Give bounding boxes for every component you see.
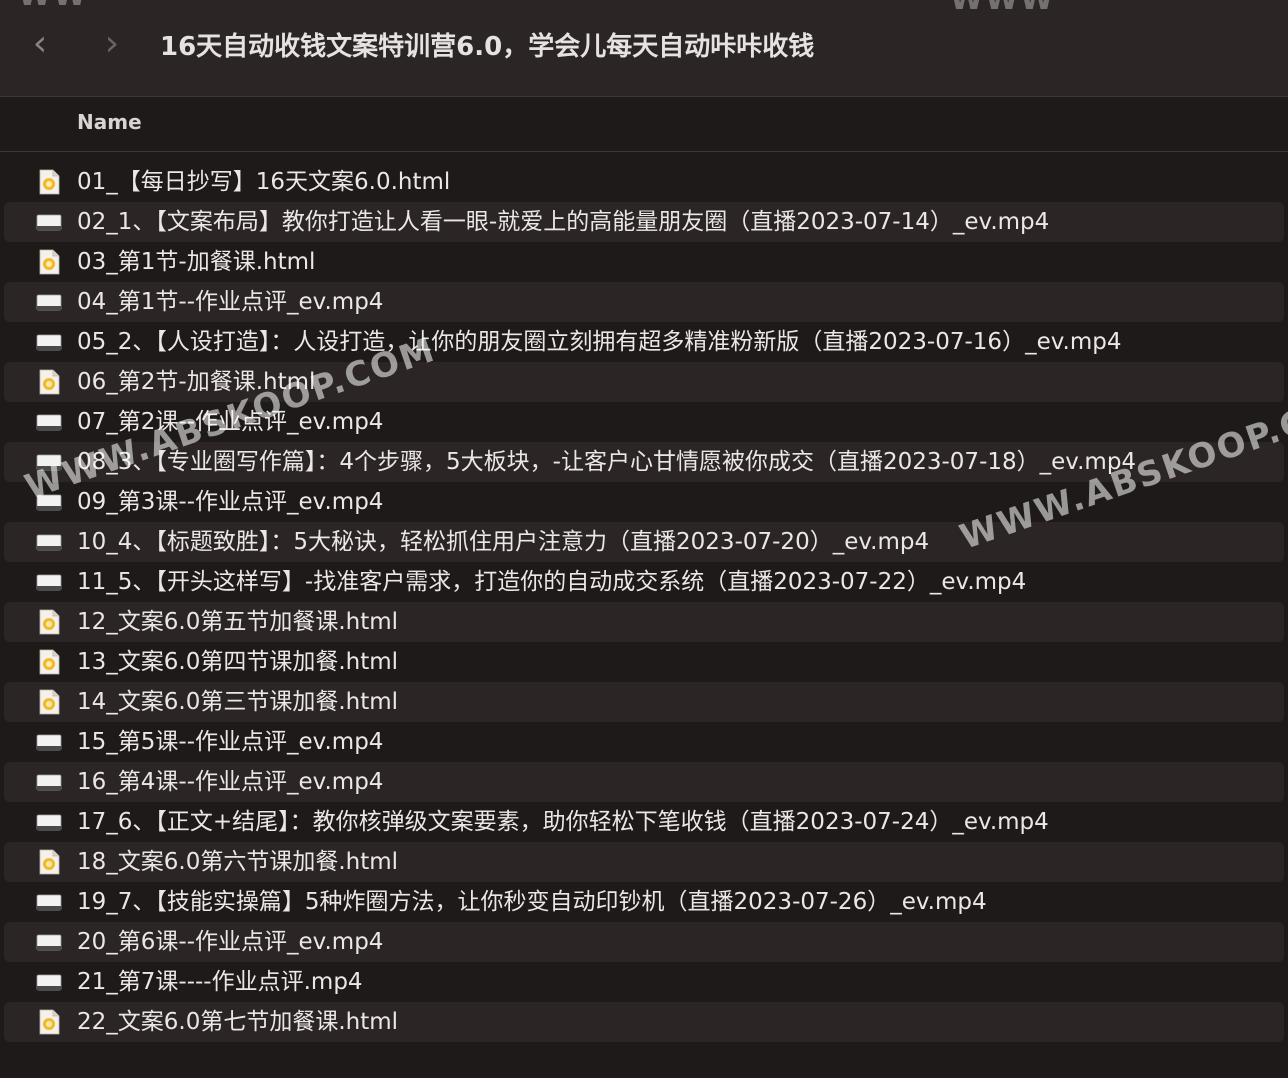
file-row[interactable]: 13_文案6.0第四节课加餐.html — [0, 642, 1288, 682]
file-list: 01_【每日抄写】16天文案6.0.html 02_1、【文案布局】教你打造让人看… — [0, 162, 1288, 1042]
file-name: 18_文案6.0第六节课加餐.html — [77, 849, 399, 875]
file-name: 09_第3课--作业点评_ev.mp4 — [77, 489, 384, 515]
file-name: 03_第1节-加餐课.html — [77, 249, 316, 275]
file-row[interactable]: 10_4、【标题致胜】：5大秘诀，轻松抓住用户注意力（直播2023-07-20）… — [4, 522, 1284, 562]
html-file-icon — [36, 369, 62, 395]
html-file-icon — [36, 1009, 62, 1035]
file-row[interactable]: 06_第2节-加餐课.html — [4, 362, 1284, 402]
video-file-icon — [36, 209, 62, 235]
file-name: 11_5、【开头这样写】-找准客户需求，打造你的自动成交系统（直播2023-07… — [77, 569, 1027, 595]
video-file-icon — [36, 969, 62, 995]
video-file-icon — [36, 729, 62, 755]
file-name: 21_第7课----作业点评.mp4 — [77, 969, 363, 995]
html-file-icon — [36, 649, 62, 675]
file-name: 05_2、【人设打造】：人设打造，让你的朋友圈立刻拥有超多精准粉新版（直播202… — [77, 329, 1122, 355]
file-row[interactable]: 03_第1节-加餐课.html — [0, 242, 1288, 282]
file-name: 04_第1节--作业点评_ev.mp4 — [77, 289, 384, 315]
file-row[interactable]: 18_文案6.0第六节课加餐.html — [4, 842, 1284, 882]
video-file-icon — [36, 569, 62, 595]
html-file-icon — [36, 849, 62, 875]
file-row[interactable]: 05_2、【人设打造】：人设打造，让你的朋友圈立刻拥有超多精准粉新版（直播202… — [0, 322, 1288, 362]
file-row[interactable]: 11_5、【开头这样写】-找准客户需求，打造你的自动成交系统（直播2023-07… — [0, 562, 1288, 602]
file-name: 08_3、【专业圈写作篇】：4个步骤，5大板块，-让客户心甘情愿被你成交（直播2… — [77, 449, 1137, 475]
file-row[interactable]: 20_第6课--作业点评_ev.mp4 — [4, 922, 1284, 962]
file-name: 22_文案6.0第七节加餐课.html — [77, 1009, 399, 1035]
file-name: 19_7、【技能实操篇】5种炸圈方法，让你秒变自动印钞机（直播2023-07-2… — [77, 889, 987, 915]
file-name: 17_6、【正文+结尾】：教你核弹级文案要素，助你轻松下笔收钱（直播2023-0… — [77, 809, 1049, 835]
file-name: 12_文案6.0第五节加餐课.html — [77, 609, 399, 635]
file-name: 02_1、【文案布局】教你打造让人看一眼-就爱上的高能量朋友圈（直播2023-0… — [77, 209, 1050, 235]
file-name: 07_第2课--作业点评_ev.mp4 — [77, 409, 384, 435]
video-file-icon — [36, 769, 62, 795]
window-title: 16天自动收钱文案特训营6.0，学会儿每天自动咔咔收钱 — [160, 32, 815, 62]
finder-window: ‹ › 16天自动收钱文案特训营6.0，学会儿每天自动咔咔收钱 Name 01_… — [0, 0, 1288, 1078]
html-file-icon — [36, 249, 62, 275]
html-file-icon — [36, 689, 62, 715]
file-name: 13_文案6.0第四节课加餐.html — [77, 649, 399, 675]
video-file-icon — [36, 289, 62, 315]
column-header-bar: Name — [0, 97, 1288, 152]
file-row[interactable]: 22_文案6.0第七节加餐课.html — [4, 1002, 1284, 1042]
column-header-name[interactable]: Name — [77, 110, 142, 134]
video-file-icon — [36, 329, 62, 355]
video-file-icon — [36, 449, 62, 475]
chevron-left-icon: ‹ — [32, 23, 48, 64]
file-row[interactable]: 09_第3课--作业点评_ev.mp4 — [0, 482, 1288, 522]
video-file-icon — [36, 929, 62, 955]
file-row[interactable]: 07_第2课--作业点评_ev.mp4 — [0, 402, 1288, 442]
video-file-icon — [36, 409, 62, 435]
video-file-icon — [36, 489, 62, 515]
file-row[interactable]: 19_7、【技能实操篇】5种炸圈方法，让你秒变自动印钞机（直播2023-07-2… — [0, 882, 1288, 922]
video-file-icon — [36, 809, 62, 835]
file-name: 10_4、【标题致胜】：5大秘诀，轻松抓住用户注意力（直播2023-07-20）… — [77, 529, 930, 555]
file-name: 14_文案6.0第三节课加餐.html — [77, 689, 399, 715]
html-file-icon — [36, 609, 62, 635]
file-name: 01_【每日抄写】16天文案6.0.html — [77, 169, 451, 195]
file-row[interactable]: 16_第4课--作业点评_ev.mp4 — [4, 762, 1284, 802]
file-row[interactable]: 02_1、【文案布局】教你打造让人看一眼-就爱上的高能量朋友圈（直播2023-0… — [4, 202, 1284, 242]
video-file-icon — [36, 889, 62, 915]
file-row[interactable]: 12_文案6.0第五节加餐课.html — [4, 602, 1284, 642]
file-name: 06_第2节-加餐课.html — [77, 369, 316, 395]
title-bar: ‹ › 16天自动收钱文案特训营6.0，学会儿每天自动咔咔收钱 — [0, 0, 1288, 97]
chevron-right-icon: › — [104, 23, 120, 64]
file-row[interactable]: 17_6、【正文+结尾】：教你核弹级文案要素，助你轻松下笔收钱（直播2023-0… — [0, 802, 1288, 842]
file-row[interactable]: 01_【每日抄写】16天文案6.0.html — [0, 162, 1288, 202]
file-row[interactable]: 15_第5课--作业点评_ev.mp4 — [0, 722, 1288, 762]
file-name: 20_第6课--作业点评_ev.mp4 — [77, 929, 384, 955]
back-button[interactable]: ‹ — [20, 22, 60, 66]
html-file-icon — [36, 169, 62, 195]
video-file-icon — [36, 529, 62, 555]
file-row[interactable]: 08_3、【专业圈写作篇】：4个步骤，5大板块，-让客户心甘情愿被你成交（直播2… — [4, 442, 1284, 482]
file-row[interactable]: 04_第1节--作业点评_ev.mp4 — [4, 282, 1284, 322]
forward-button[interactable]: › — [92, 22, 132, 66]
file-name: 15_第5课--作业点评_ev.mp4 — [77, 729, 384, 755]
file-row[interactable]: 21_第7课----作业点评.mp4 — [0, 962, 1288, 1002]
file-row[interactable]: 14_文案6.0第三节课加餐.html — [4, 682, 1284, 722]
file-name: 16_第4课--作业点评_ev.mp4 — [77, 769, 384, 795]
